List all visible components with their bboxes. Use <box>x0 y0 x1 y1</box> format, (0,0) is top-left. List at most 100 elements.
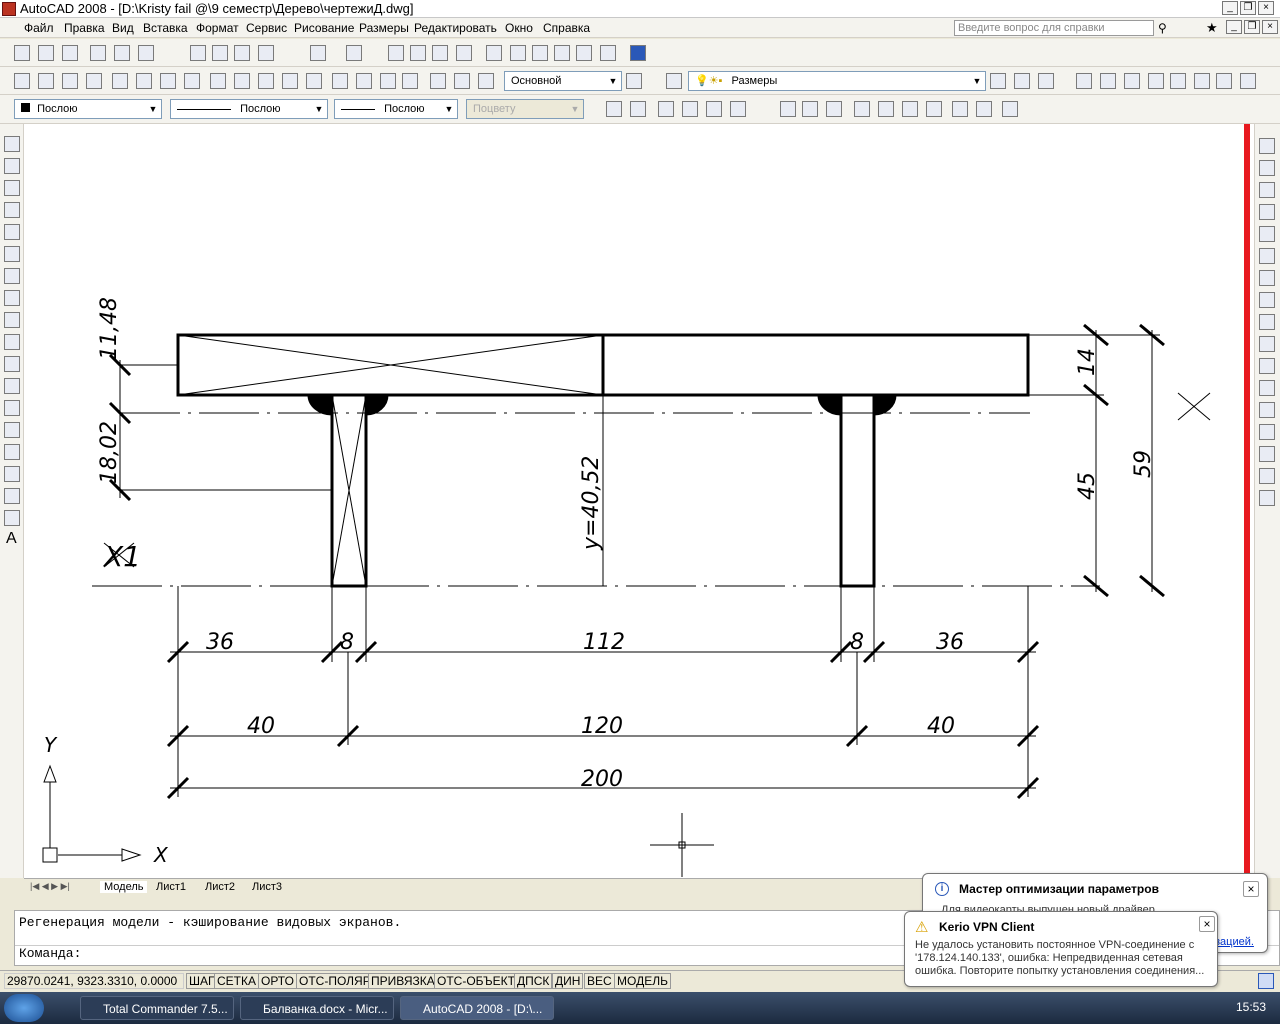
matchprop-icon[interactable] <box>258 45 274 61</box>
calculator-icon[interactable] <box>600 45 616 61</box>
linear-dim-icon[interactable] <box>14 73 30 89</box>
ellipse-arc-icon[interactable] <box>4 356 20 372</box>
menu-edit[interactable]: Правка <box>64 21 105 35</box>
menu-tools[interactable]: Сервис <box>246 21 287 35</box>
zoom-previous-icon[interactable] <box>456 45 472 61</box>
start-button[interactable] <box>4 994 44 1022</box>
taskbar-total-commander[interactable]: Total Commander 7.5... <box>80 996 234 1020</box>
dimstyle-icon[interactable] <box>626 73 642 89</box>
aligned-dim-icon[interactable] <box>38 73 54 89</box>
linetype-select[interactable]: Послою ▼ <box>170 99 328 119</box>
clock[interactable]: 15:53 <box>1236 1000 1266 1014</box>
quick-dim-icon[interactable] <box>210 73 226 89</box>
dim-edit-icon[interactable] <box>430 73 446 89</box>
rectangle-icon[interactable] <box>4 224 20 240</box>
snap-midpoint-icon[interactable] <box>630 101 646 117</box>
layer-previous-icon[interactable] <box>1014 73 1030 89</box>
layer-select[interactable]: 💡☀▪ Размеры ▼ <box>688 71 986 91</box>
tab-sheet2[interactable]: Лист2 <box>205 881 235 893</box>
new-icon[interactable] <box>14 45 30 61</box>
revcloud-icon[interactable] <box>4 290 20 306</box>
dim-space-icon[interactable] <box>282 73 298 89</box>
snap-toggle[interactable]: ШАГ <box>186 973 218 989</box>
join-icon[interactable] <box>1259 424 1275 440</box>
minimize-button[interactable]: _ <box>1222 1 1238 15</box>
close-icon[interactable]: × <box>1243 881 1259 897</box>
scale-icon[interactable] <box>1259 292 1275 308</box>
snap-parallel-icon[interactable] <box>854 101 870 117</box>
jogged-dim-icon[interactable] <box>136 73 152 89</box>
extend-icon[interactable] <box>1259 358 1275 374</box>
properties-icon[interactable] <box>486 45 502 61</box>
table-icon[interactable] <box>4 510 20 526</box>
restore-button[interactable]: ❐ <box>1240 1 1256 15</box>
text-style-icon[interactable] <box>1100 73 1116 89</box>
offset-icon[interactable] <box>1259 204 1275 220</box>
fillet-icon[interactable] <box>1259 468 1275 484</box>
menu-modify[interactable]: Редактировать <box>414 21 497 35</box>
doc-close-button[interactable]: × <box>1262 20 1278 34</box>
paste-icon[interactable] <box>234 45 250 61</box>
close-button[interactable]: × <box>1258 1 1274 15</box>
rotate-icon[interactable] <box>1259 270 1275 286</box>
polygon-icon[interactable] <box>4 202 20 218</box>
center-mark-icon[interactable] <box>356 73 372 89</box>
snap-settings-icon[interactable] <box>976 101 992 117</box>
polar-toggle[interactable]: ОТС-ПОЛЯР <box>296 973 374 989</box>
menu-insert[interactable]: Вставка <box>143 21 188 35</box>
cut-icon[interactable] <box>190 45 206 61</box>
model-toggle[interactable]: МОДЕЛЬ <box>614 973 671 989</box>
coordinate-readout[interactable]: 29870.0241, 9323.3310, 0.0000 <box>4 973 184 989</box>
arc-length-icon[interactable] <box>62 73 78 89</box>
drawing-area[interactable]: 36 8 112 8 36 40 120 40 200 11,48 18,02 … <box>24 124 1254 878</box>
zoom-realtime-icon[interactable] <box>410 45 426 61</box>
snap-apparent-icon[interactable] <box>682 101 698 117</box>
jogged-linear-icon[interactable] <box>402 73 418 89</box>
snap-center-icon[interactable] <box>730 101 746 117</box>
continue-dim-icon[interactable] <box>258 73 274 89</box>
inspection-icon[interactable] <box>380 73 396 89</box>
insert-block-icon[interactable] <box>4 378 20 394</box>
make-block-icon[interactable] <box>4 400 20 416</box>
make-current-layer-icon[interactable] <box>990 73 1006 89</box>
designcenter-icon[interactable] <box>510 45 526 61</box>
help-icon[interactable] <box>630 45 646 61</box>
snap-nearest-icon[interactable] <box>926 101 942 117</box>
ducs-toggle[interactable]: ДПСК <box>514 973 553 989</box>
doc-restore-button[interactable]: ❐ <box>1244 20 1260 34</box>
tab-sheet3[interactable]: Лист3 <box>252 881 282 893</box>
snap-tangent-icon[interactable] <box>802 101 818 117</box>
explode-icon[interactable] <box>1259 490 1275 506</box>
pan-icon[interactable] <box>388 45 404 61</box>
break-point-icon[interactable] <box>1259 380 1275 396</box>
region-icon[interactable] <box>4 488 20 504</box>
space-translate-icon[interactable] <box>1240 73 1256 89</box>
snap-endpoint-icon[interactable] <box>606 101 622 117</box>
spell-check-icon[interactable] <box>1170 73 1186 89</box>
dyn-toggle[interactable]: ДИН <box>552 973 584 989</box>
menu-file[interactable]: Файл <box>24 21 54 35</box>
hatch-icon[interactable] <box>4 444 20 460</box>
copy-object-icon[interactable] <box>1259 160 1275 176</box>
menu-help[interactable]: Справка <box>543 21 590 35</box>
publish-icon[interactable] <box>138 45 154 61</box>
zoom-window-icon[interactable] <box>432 45 448 61</box>
radius-dim-icon[interactable] <box>112 73 128 89</box>
snap-extension-icon[interactable] <box>706 101 722 117</box>
dim-text-edit-icon[interactable] <box>454 73 470 89</box>
point-icon[interactable] <box>4 422 20 438</box>
text-style-select[interactable]: Основной ▼ <box>504 71 622 91</box>
print-icon[interactable] <box>90 45 106 61</box>
lwt-toggle[interactable]: ВЕС <box>584 973 615 989</box>
notification-link[interactable]: зацией. <box>1215 936 1254 948</box>
magnet-icon[interactable] <box>1002 101 1018 117</box>
find-text-icon[interactable] <box>1148 73 1164 89</box>
snap-insert-icon[interactable] <box>878 101 894 117</box>
array-icon[interactable] <box>1259 226 1275 242</box>
tool-palettes-icon[interactable] <box>532 45 548 61</box>
mtext-icon[interactable] <box>1076 73 1092 89</box>
layer-manager-icon[interactable] <box>666 73 682 89</box>
help-search-input[interactable]: Введите вопрос для справки <box>954 20 1154 36</box>
star-icon[interactable]: ★ <box>1206 20 1218 36</box>
osnap-toggle[interactable]: ПРИВЯЗКА <box>368 973 438 989</box>
